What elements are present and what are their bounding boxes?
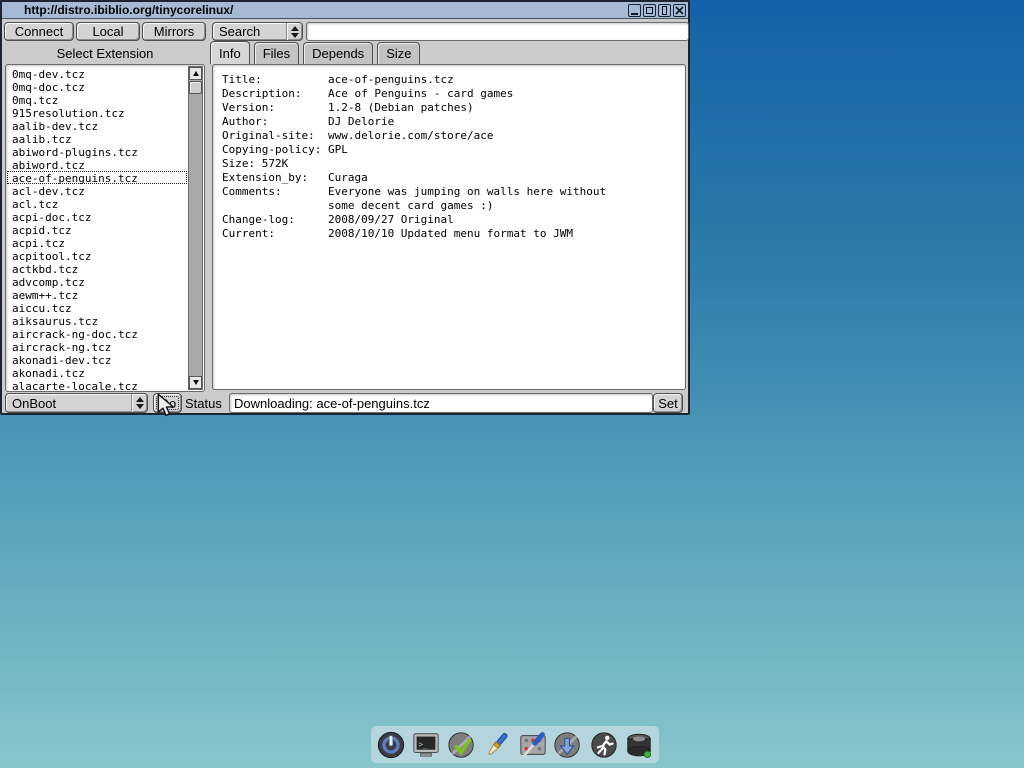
onboot-value: OnBoot [6,396,131,411]
list-item[interactable]: abiword-plugins.tcz [7,145,187,158]
select-extension-label: Select Extension [2,46,208,61]
arrow-down-icon [193,380,199,385]
list-item[interactable]: aewm++.tcz [7,288,187,301]
list-item[interactable]: alacarte-locale.tcz [7,379,187,390]
list-item[interactable]: actkbd.tcz [7,262,187,275]
list-item[interactable]: 0mq-dev.tcz [7,67,187,80]
set-button[interactable]: Set [653,393,683,413]
list-item[interactable]: acpi.tcz [7,236,187,249]
list-item[interactable]: acl.tcz [7,197,187,210]
appbrowser-window: http://distro.ibiblio.org/tinycorelinux/… [0,0,690,415]
window-controls [628,4,686,17]
scrollbar-thumb[interactable] [189,81,202,94]
info-line: Description: Ace of Penguins - card game… [222,87,676,101]
maximize-button[interactable] [643,4,656,17]
close-button[interactable] [673,4,686,17]
info-line: Original-site: www.delorie.com/store/ace [222,129,676,143]
shade-button[interactable] [658,4,671,17]
mirrors-button[interactable]: Mirrors [142,22,206,41]
onboot-select[interactable]: OnBoot [5,393,148,413]
terminal-icon: >_ [411,730,441,760]
info-line: Comments: Everyone was jumping on walls … [222,185,676,199]
shade-icon [662,6,667,15]
list-item[interactable]: akonadi.tcz [7,366,187,379]
status-field[interactable] [229,393,653,413]
list-item[interactable]: acpi-doc.tcz [7,210,187,223]
list-item[interactable]: acpid.tcz [7,223,187,236]
mount-tool-icon [624,730,654,760]
close-icon [675,6,684,15]
info-line: Copying-policy: GPL [222,143,676,157]
window-title: http://distro.ibiblio.org/tinycorelinux/ [2,3,233,17]
package-list: 0mq-dev.tcz0mq-doc.tcz0mq.tcz915resoluti… [7,67,187,390]
apps-audit-icon [447,730,477,760]
run-icon [589,730,619,760]
window-titlebar[interactable]: http://distro.ibiblio.org/tinycorelinux/ [2,2,688,19]
dock-item-control-panel[interactable] [517,729,548,760]
search-input[interactable] [306,22,689,41]
info-line: Size: 572K [222,157,676,171]
tab-size[interactable]: Size [377,42,420,64]
package-list-scrollbar[interactable] [188,66,203,390]
connect-button[interactable]: Connect [4,22,74,41]
list-item[interactable]: acl-dev.tcz [7,184,187,197]
list-item[interactable]: aiksaurus.tcz [7,314,187,327]
list-item[interactable]: aalib-dev.tcz [7,119,187,132]
dock-item-app-browser[interactable] [553,729,584,760]
list-item[interactable]: abiword.tcz [7,158,187,171]
info-line: some decent card games :) [222,199,676,213]
list-item[interactable]: ace-of-penguins.tcz [7,171,187,184]
search-mode-value: Search [213,24,286,39]
tab-info[interactable]: Info [210,41,250,64]
info-line: Current: 2008/10/10 Updated menu format … [222,227,676,241]
editor-icon [482,730,512,760]
updown-arrows-icon [131,394,147,412]
scroll-down-button[interactable] [189,376,202,389]
dock: >_ [371,726,659,763]
app-browser-icon [553,730,583,760]
maximize-icon [646,7,653,14]
minimize-button[interactable] [628,4,641,17]
dock-item-editor[interactable] [482,729,513,760]
go-button[interactable]: Go [153,393,182,413]
info-panel: Title: ace-of-penguins.tczDescription: A… [212,64,686,390]
list-item[interactable]: advcomp.tcz [7,275,187,288]
scroll-up-button[interactable] [189,67,202,80]
desktop: http://distro.ibiblio.org/tinycorelinux/… [0,0,1024,768]
info-line: Title: ace-of-penguins.tcz [222,73,676,87]
dock-item-mount-tool[interactable] [624,729,655,760]
minimize-icon [631,13,638,15]
info-line: Version: 1.2-8 (Debian patches) [222,101,676,115]
list-item[interactable]: 0mq.tcz [7,93,187,106]
list-item[interactable]: akonadi-dev.tcz [7,353,187,366]
svg-text:>_: >_ [419,739,429,748]
dock-item-apps-audit[interactable] [446,729,477,760]
package-list-box: 0mq-dev.tcz0mq-doc.tcz0mq.tcz915resoluti… [5,64,205,392]
power-icon [376,730,406,760]
dock-item-power[interactable] [375,729,406,760]
arrow-up-icon [193,71,199,76]
list-item[interactable]: 0mq-doc.tcz [7,80,187,93]
dock-item-terminal[interactable]: >_ [411,729,442,760]
list-item[interactable]: aiccu.tcz [7,301,187,314]
list-item[interactable]: aircrack-ng-doc.tcz [7,327,187,340]
info-line: Author: DJ Delorie [222,115,676,129]
list-item[interactable]: aalib.tcz [7,132,187,145]
updown-arrows-icon [286,23,302,40]
focus-outline [156,396,179,410]
dock-item-run[interactable] [588,729,619,760]
list-item[interactable]: aircrack-ng.tcz [7,340,187,353]
tab-depends[interactable]: Depends [303,42,373,64]
info-line: Extension_by: Curaga [222,171,676,185]
search-mode-select[interactable]: Search [212,22,303,41]
local-button[interactable]: Local [76,22,140,41]
tab-files[interactable]: Files [254,42,299,64]
status-label: Status [185,396,222,411]
control-panel-icon [518,730,548,760]
list-item[interactable]: acpitool.tcz [7,249,187,262]
list-item[interactable]: 915resolution.tcz [7,106,187,119]
info-line: Change-log: 2008/09/27 Original [222,213,676,227]
tab-bar: Info Files Depends Size [210,42,420,64]
